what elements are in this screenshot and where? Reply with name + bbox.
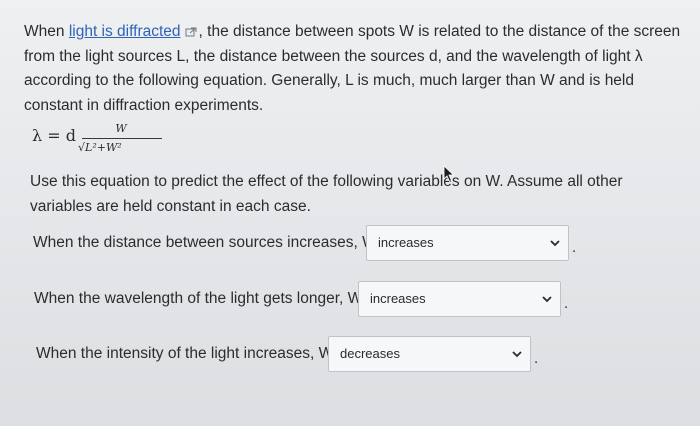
question-prompt: When the wavelength of the light gets lo… <box>34 290 363 307</box>
question-prompt: When the distance between sources increa… <box>33 234 377 251</box>
external-link-icon[interactable] <box>185 27 197 37</box>
answer-dropdown[interactable]: increases <box>358 281 561 317</box>
answer-dropdown[interactable]: decreases <box>328 336 531 372</box>
dropdown-selected-value: increases <box>378 235 434 250</box>
chevron-down-icon <box>542 296 552 303</box>
instruction-text: Use this equation to predict the effect … <box>30 173 623 215</box>
question-prompt: When the intensity of the light increase… <box>36 345 334 362</box>
mouse-pointer-icon <box>443 165 455 183</box>
chevron-down-icon <box>512 351 522 358</box>
question-page: When light is diffracted , the distance … <box>0 0 700 426</box>
diffraction-link[interactable]: light is diffracted <box>69 23 181 40</box>
fraction-bar <box>82 138 162 139</box>
answer-dropdown[interactable]: increases <box>366 225 569 261</box>
sentence-period: . <box>564 295 569 312</box>
dropdown-selected-value: decreases <box>340 346 400 361</box>
equation-denominator: √L²+W² <box>78 141 122 154</box>
intro-text-start: When <box>24 23 69 40</box>
dropdown-selected-value: increases <box>370 291 426 306</box>
equation-numerator: W <box>115 122 127 135</box>
equation-lhs: λ = d <box>32 126 76 145</box>
sentence-period: . <box>572 239 577 256</box>
chevron-down-icon <box>550 240 560 247</box>
question-row: When the distance between sources increa… <box>33 225 583 261</box>
question-row: When the wavelength of the light gets lo… <box>34 281 574 317</box>
equation-fraction: W √L²+W² <box>78 122 164 162</box>
question-row: When the intensity of the light increase… <box>36 336 546 372</box>
sentence-period: . <box>534 350 539 367</box>
problem-intro: When light is diffracted , the distance … <box>24 20 684 118</box>
